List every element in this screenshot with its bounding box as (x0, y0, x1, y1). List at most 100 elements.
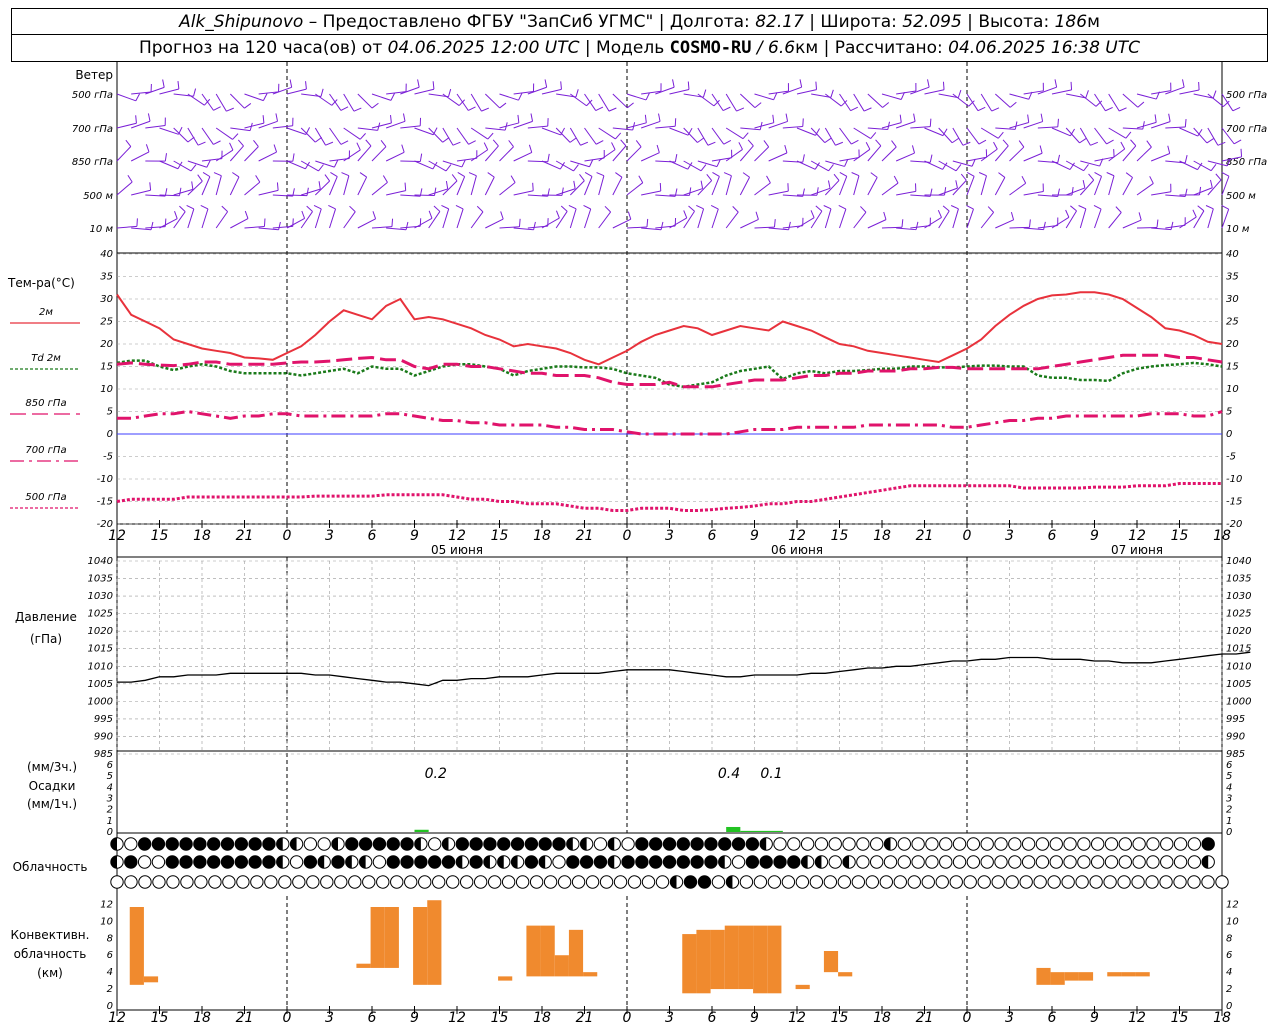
cloud-cover-symbol (939, 855, 953, 869)
wind-barb-flag (706, 173, 713, 181)
temp-ytick-right: -15 (1226, 497, 1242, 508)
wind-barb-flag (468, 140, 476, 145)
temp-legend-label: 850 гПа (25, 398, 66, 409)
wind-barb (980, 175, 987, 196)
wind-barb-flag (276, 182, 279, 191)
wind-barb (215, 127, 233, 140)
wind-barb (1136, 93, 1157, 100)
cloud-cover-symbol (745, 837, 760, 851)
temp-ytick-right: 5 (1226, 407, 1232, 418)
conv-ytick-left: 2 (107, 984, 113, 995)
wind-barb (343, 175, 350, 196)
wind-barb-flag (966, 171, 975, 177)
wind-barb-flag (644, 114, 647, 123)
wind-barb (314, 127, 326, 146)
cloud-cover-symbol (865, 875, 880, 889)
wind-barb-flag (620, 139, 627, 147)
wind-barb-flag (1043, 221, 1046, 230)
wind-barb (739, 93, 756, 109)
wind-barb-flag (1170, 221, 1174, 230)
temp-ytick-right: 0 (1226, 429, 1232, 440)
wind-barb (754, 93, 774, 101)
cloud-cover-symbol (250, 875, 264, 889)
conv-cloud-bar (554, 955, 569, 977)
wind-barb-flag (583, 204, 591, 210)
wind-barb-flag (445, 180, 449, 190)
wind-barb-flag (145, 144, 150, 153)
wind-barb-flag (330, 172, 338, 177)
wind-barb-flag (870, 132, 877, 139)
cloud-cover-symbol (194, 875, 208, 889)
precip-unit-3h: (мм/3ч.) (27, 760, 77, 774)
wind-barb (994, 93, 1011, 108)
wind-barb (286, 194, 308, 197)
wind-barb-flag (1057, 118, 1059, 127)
wind-barb-flag (306, 205, 313, 212)
cloud-cover-symbol (372, 837, 387, 851)
wind-barb-flag (127, 174, 133, 183)
cloud-cover-symbol (529, 875, 544, 889)
wind-barb (343, 149, 361, 162)
wind-barb (201, 176, 211, 196)
wind-barb-flag (401, 144, 405, 153)
cloud-cover-symbol (641, 875, 656, 889)
wind-barb-flag (186, 205, 195, 210)
wind-barb-flag (1010, 212, 1015, 220)
temp-ytick-right: 40 (1226, 249, 1239, 260)
wind-barb-flag (833, 173, 840, 181)
cloud-cover-symbol (1146, 855, 1160, 869)
wind-barb (159, 127, 179, 135)
wind-barb (952, 208, 959, 229)
wind-barb-flag (1054, 79, 1058, 88)
wind-barb (697, 127, 709, 146)
wind-barb-flag (835, 141, 844, 146)
cloud-cover-symbol (557, 875, 572, 889)
cloud-cover-symbol (879, 875, 894, 889)
cloud-cover-symbol (897, 855, 912, 869)
cloud-cover-symbol (980, 855, 994, 869)
wind-barb (442, 180, 458, 196)
cloud-cover-symbol (966, 837, 981, 851)
wind-barb (1079, 208, 1087, 229)
wind-barb (1207, 127, 1219, 146)
x-tick-label-bottom: 0 (963, 1010, 972, 1024)
wind-barb-flag (419, 153, 423, 162)
wind-barb-flag (1021, 175, 1027, 184)
conv-cloud-bar (738, 925, 754, 990)
wind-barb-flag (441, 205, 449, 210)
wind-barb (980, 148, 998, 162)
wind-barb-flag (174, 210, 178, 219)
wind-barb-flag (428, 210, 433, 219)
cloud-cover-symbol (697, 875, 712, 889)
wind-barb-flag (340, 106, 349, 111)
wind-barb (641, 190, 661, 196)
wind-barb (725, 127, 744, 140)
wind-barb (895, 152, 915, 162)
cloud-cover-symbol (524, 855, 539, 869)
cloud-cover-half (317, 855, 325, 869)
wind-barb-flag (213, 140, 221, 145)
wind-barb (1094, 127, 1107, 145)
wind-barb-flag (687, 81, 690, 90)
wind-barb-flag (568, 205, 577, 210)
cloud-cover-symbol (543, 875, 558, 889)
wind-barb-flag (492, 139, 499, 147)
cloud-cover-symbol (1077, 837, 1091, 851)
wind-barb (400, 160, 421, 163)
wind-barb-flag (1083, 164, 1089, 172)
wind-barb-flag (960, 173, 967, 181)
wind-barb (159, 194, 180, 197)
cloud-cover-symbol (994, 855, 1008, 869)
cloud-cover-symbol (704, 837, 718, 851)
wind-barb (1079, 127, 1091, 146)
wind-barb (952, 160, 973, 167)
wind-barb (612, 176, 623, 196)
x-tick-label: 3 (325, 528, 334, 544)
conv-ytick-right: 0 (1226, 1001, 1232, 1012)
wind-barb-flag (754, 102, 762, 109)
wind-barb-flag (1167, 145, 1171, 154)
cloud-cover-half (566, 837, 573, 851)
cloud-cover-symbol (404, 875, 418, 889)
wind-barb (768, 227, 789, 231)
cloud-cover-symbol (1173, 837, 1188, 851)
